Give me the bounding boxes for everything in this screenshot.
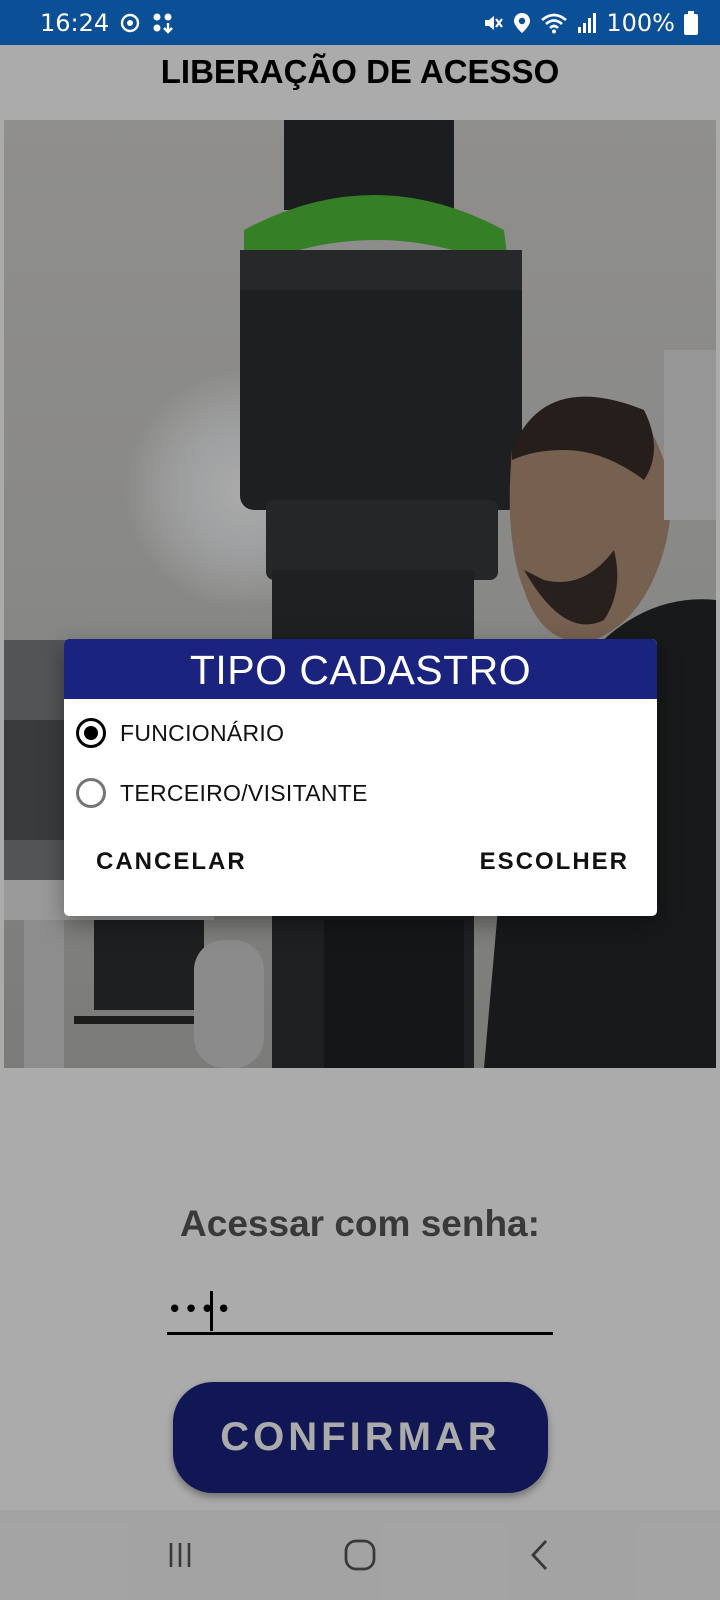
choose-button[interactable]: ESCOLHER xyxy=(480,837,629,887)
radio-option-terceiro-visitante[interactable]: TERCEIRO/VISITANTE xyxy=(76,767,368,819)
status-left: 16:24 xyxy=(40,9,175,37)
battery-percentage: 100% xyxy=(606,8,675,37)
mute-icon xyxy=(482,12,504,34)
status-right: 100% xyxy=(482,9,698,37)
signal-icon xyxy=(577,12,597,34)
status-bar: 16:24 100% xyxy=(0,0,720,45)
radio-unchecked-icon[interactable] xyxy=(76,778,106,808)
radio-checked-icon[interactable] xyxy=(76,718,106,748)
radio-label: TERCEIRO/VISITANTE xyxy=(120,779,368,806)
location-icon xyxy=(513,12,531,34)
radio-label: FUNCIONÁRIO xyxy=(120,719,285,746)
battery-icon xyxy=(684,10,698,35)
sync-icon xyxy=(119,12,141,34)
registration-type-dialog: TIPO CADASTRO FUNCIONÁRIO TERCEIRO/VISIT… xyxy=(64,639,657,916)
dialog-title: TIPO CADASTRO xyxy=(64,639,657,699)
cancel-button[interactable]: CANCELAR xyxy=(96,837,247,887)
wifi-icon xyxy=(540,12,568,34)
radio-option-funcionario[interactable]: FUNCIONÁRIO xyxy=(76,707,284,759)
status-time: 16:24 xyxy=(40,8,110,37)
apps-download-icon xyxy=(151,12,175,34)
